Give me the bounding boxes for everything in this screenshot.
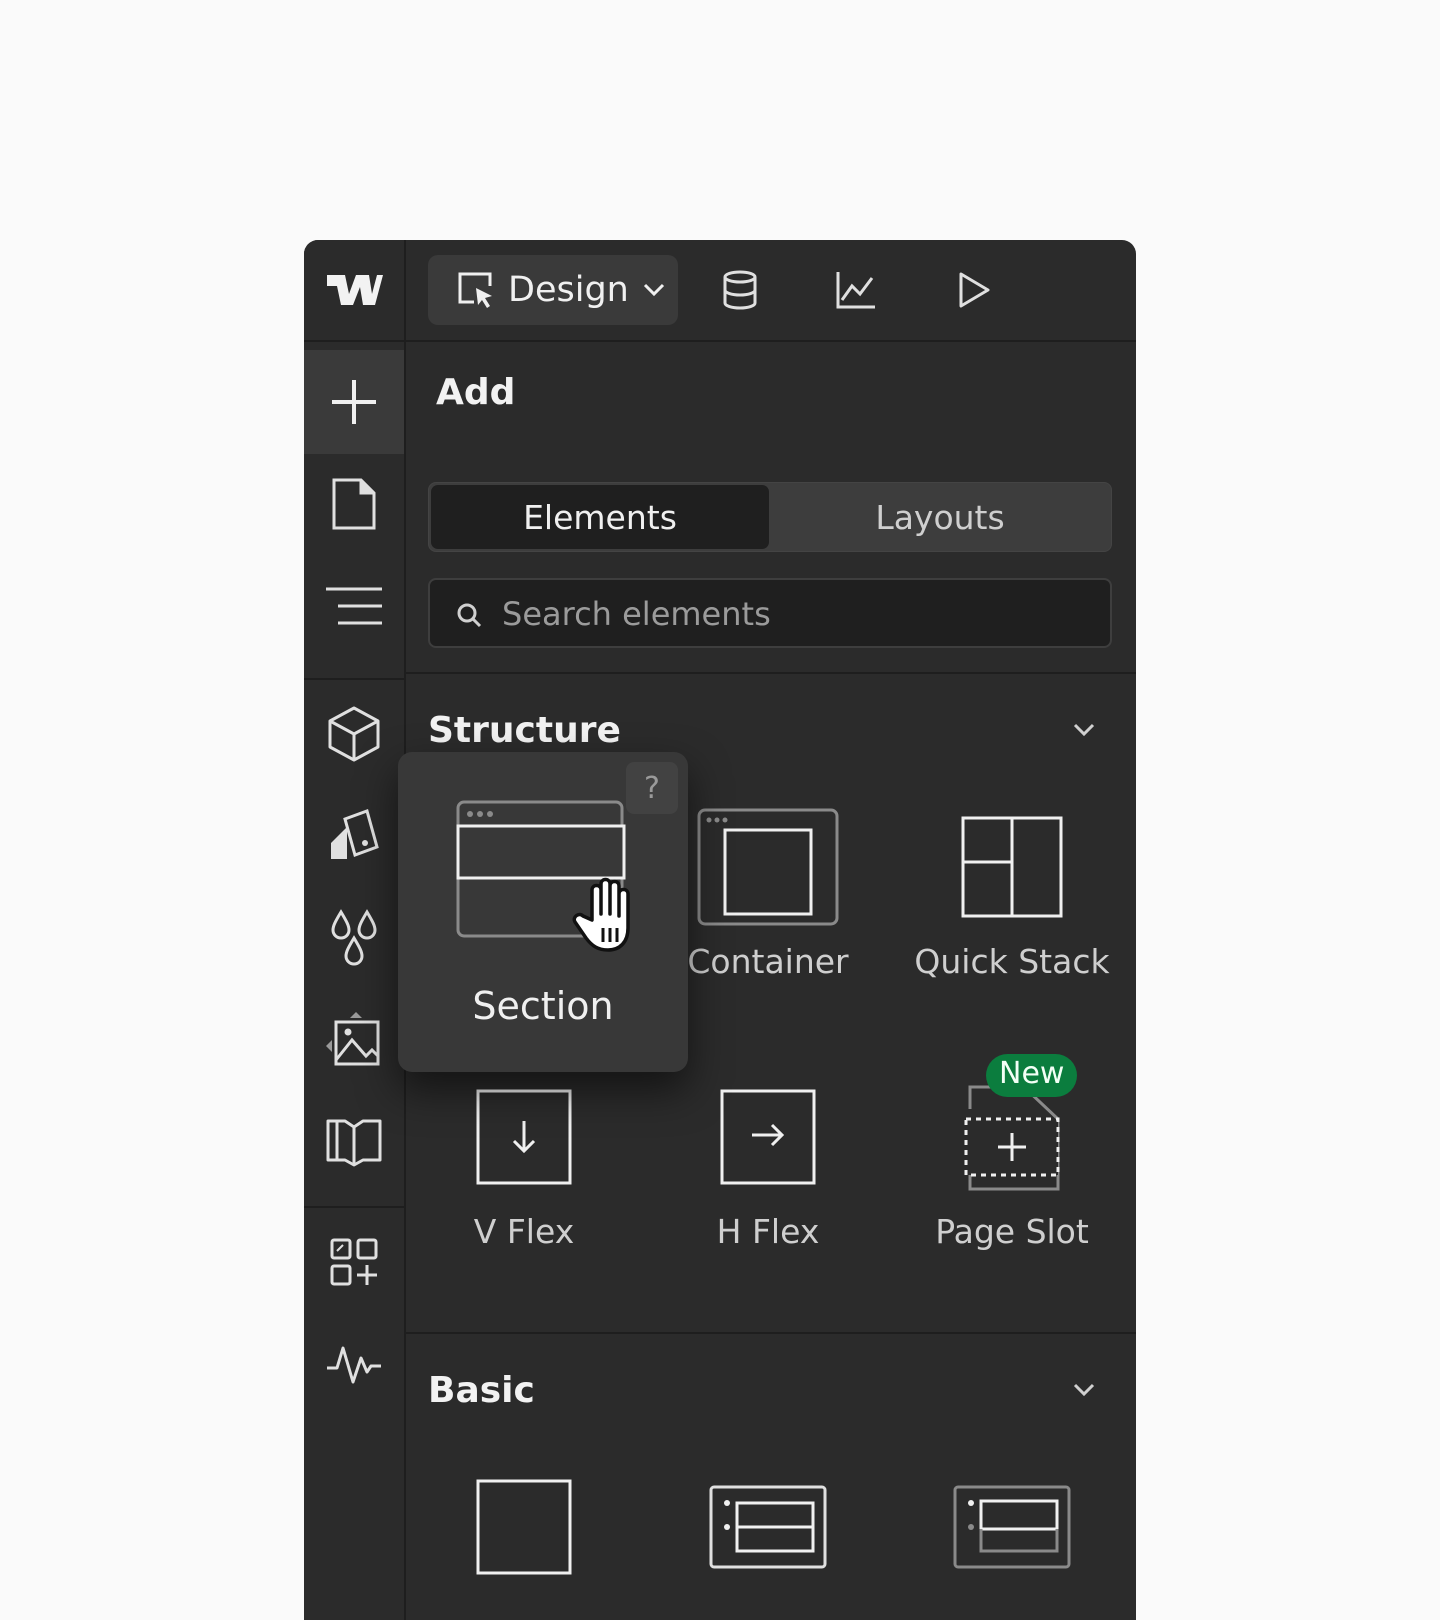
assets-button[interactable] (304, 988, 404, 1092)
tab-layouts[interactable]: Layouts (771, 485, 1109, 549)
quick-stack-icon (961, 816, 1063, 918)
structure-item-label: V Flex (473, 1212, 575, 1251)
variables-button[interactable] (304, 886, 404, 990)
top-bar: Design (406, 240, 1136, 342)
basic-item-list[interactable] (650, 1452, 886, 1602)
left-toolbar (304, 240, 406, 1620)
list-icon (709, 1485, 827, 1569)
div-block-icon (476, 1479, 572, 1575)
cms-button[interactable] (716, 266, 764, 314)
cms-database-icon (723, 270, 757, 310)
library-button[interactable] (304, 1090, 404, 1194)
pages-icon (332, 478, 376, 530)
webflow-logo-icon[interactable] (304, 240, 404, 342)
design-cursor-icon (458, 272, 492, 308)
audit-button[interactable] (304, 1312, 404, 1416)
mode-label: Design (508, 270, 629, 310)
apps-button[interactable] (304, 1210, 404, 1314)
preview-play-icon (959, 272, 990, 308)
add-plus-icon (332, 380, 376, 424)
audit-pulse-icon (327, 1346, 381, 1384)
tab-elements[interactable]: Elements (431, 485, 769, 549)
search-icon (457, 603, 482, 628)
structure-item-v-flex[interactable]: V Flex (406, 1062, 642, 1251)
add-elements-button[interactable] (304, 350, 404, 454)
structure-item-label: Page Slot (935, 1212, 1089, 1251)
structure-heading[interactable]: Structure (428, 710, 621, 751)
page-slot-icon (964, 1085, 1060, 1191)
variables-drops-icon (331, 909, 377, 966)
list-item-icon (953, 1485, 1071, 1569)
structure-item-label: H Flex (716, 1212, 820, 1251)
basic-chevron-down-icon[interactable] (1070, 1376, 1098, 1404)
structure-item-label: Quick Stack (914, 942, 1110, 981)
section-hover-card[interactable]: ? Section (398, 752, 688, 1072)
apps-icon (330, 1238, 378, 1286)
chevron-down-icon (643, 283, 664, 297)
assets-image-icon (326, 1012, 380, 1066)
v-flex-arrow-down-icon (476, 1089, 572, 1185)
structure-item-h-flex[interactable]: H Flex (650, 1062, 886, 1251)
basic-item-list-item[interactable] (894, 1452, 1130, 1602)
styles-icon (331, 809, 379, 859)
container-icon (697, 808, 839, 926)
section-label: Section (472, 984, 614, 1028)
structure-item-quick-stack[interactable]: Quick Stack (894, 792, 1130, 981)
components-cube-icon (328, 706, 380, 762)
elements-layouts-toggle: Elements Layouts (428, 482, 1112, 552)
search-box (428, 578, 1112, 648)
navigator-icon (326, 587, 382, 625)
navigator-button[interactable] (304, 554, 404, 658)
search-input[interactable] (500, 580, 1094, 648)
basic-item-div-block[interactable] (406, 1452, 642, 1602)
help-button[interactable]: ? (626, 762, 678, 814)
design-mode-dropdown[interactable]: Design (428, 255, 678, 325)
pages-button[interactable] (304, 452, 404, 556)
components-button[interactable] (304, 682, 404, 786)
panel-title: Add (436, 372, 516, 413)
h-flex-arrow-right-icon (720, 1089, 816, 1185)
basic-heading[interactable]: Basic (428, 1370, 535, 1411)
preview-button[interactable] (950, 266, 998, 314)
library-book-icon (326, 1119, 382, 1167)
analyze-chart-icon (836, 272, 875, 309)
new-badge: New (986, 1054, 1078, 1097)
analyze-button[interactable] (832, 266, 880, 314)
grab-hand-cursor-icon (572, 877, 630, 952)
structure-chevron-down-icon[interactable] (1070, 716, 1098, 744)
styles-button[interactable] (304, 784, 404, 888)
